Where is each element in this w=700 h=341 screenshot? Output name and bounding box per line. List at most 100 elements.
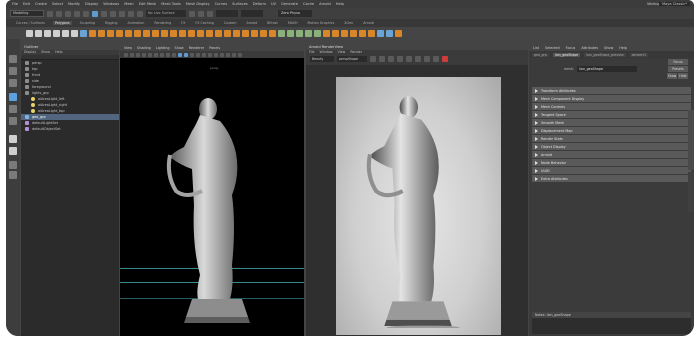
depth-of-field-icon[interactable] xyxy=(226,52,230,57)
ae-section[interactable]: Extra Attributes xyxy=(532,175,691,182)
smooth-shade-icon[interactable] xyxy=(184,52,188,57)
menu-windows[interactable]: Windows xyxy=(103,2,119,6)
shelf-tab[interactable]: MASH xyxy=(286,21,300,25)
gate-mask-icon[interactable] xyxy=(160,52,164,57)
viewport-menu-show[interactable]: Show xyxy=(175,45,184,51)
ae-section[interactable]: Transform Attributes xyxy=(532,87,691,94)
rotate-tool-icon[interactable] xyxy=(9,105,17,113)
menu-mesh-display[interactable]: Mesh Display xyxy=(186,2,210,6)
shelf-tab[interactable]: Bifrost xyxy=(265,21,280,25)
snap-curve-icon[interactable] xyxy=(128,10,134,17)
poly-disc-icon[interactable] xyxy=(80,29,87,37)
mirror-icon[interactable] xyxy=(134,29,141,37)
quadrangulate-icon[interactable] xyxy=(368,29,375,37)
outliner-menu-display[interactable]: Display xyxy=(24,50,36,55)
snap-point-icon[interactable] xyxy=(137,10,143,17)
shelf-tab[interactable]: Curves / Surfaces xyxy=(14,21,47,25)
extrude-icon[interactable] xyxy=(143,29,150,37)
paint-tool-icon[interactable] xyxy=(377,29,384,37)
hide-button[interactable]: Hide xyxy=(678,73,688,79)
attribute-editor-side-tab[interactable] xyxy=(688,110,694,170)
rgb-channel-icon[interactable] xyxy=(406,56,412,62)
undo-icon[interactable] xyxy=(74,10,80,17)
slide-edge-icon[interactable] xyxy=(269,29,276,37)
input-field-x[interactable] xyxy=(216,10,238,17)
shelf-tab[interactable]: Arnold xyxy=(361,21,376,25)
menu-display[interactable]: Display xyxy=(85,2,98,6)
menu-edit-mesh[interactable]: Edit Mesh xyxy=(139,2,157,6)
shelf-tab[interactable]: Arnold xyxy=(245,21,260,25)
ambient-occlusion-icon[interactable] xyxy=(208,52,212,57)
smooth-icon[interactable] xyxy=(116,29,123,37)
scale-tool-icon[interactable] xyxy=(9,117,17,125)
shelf-tab[interactable]: Motion Graphics xyxy=(306,21,337,25)
ae-tab[interactable]: geo_grp xyxy=(532,52,549,57)
use-all-lights-icon[interactable] xyxy=(196,52,200,57)
retopo-icon[interactable] xyxy=(395,29,402,37)
snap-grid-icon[interactable] xyxy=(119,10,125,17)
cylindrical-map-icon[interactable] xyxy=(296,29,303,37)
ae-menu-attributes[interactable]: Attributes xyxy=(581,45,598,51)
menu-arnold[interactable]: Arnold xyxy=(319,2,331,6)
exposure-icon[interactable] xyxy=(424,56,430,62)
focus-button[interactable]: Focus xyxy=(668,59,688,65)
render-image[interactable] xyxy=(336,77,501,335)
edge-loop-icon[interactable] xyxy=(215,29,222,37)
reduce-icon[interactable] xyxy=(125,29,132,37)
ae-section[interactable]: UUID xyxy=(532,167,691,174)
multi-cut-icon[interactable] xyxy=(188,29,195,37)
ipr-render-icon[interactable] xyxy=(198,10,204,17)
open-scene-icon[interactable] xyxy=(56,10,62,17)
shadows-icon[interactable] xyxy=(202,52,206,57)
sculpt-tool-icon[interactable] xyxy=(386,29,393,37)
menu-modify[interactable]: Modify xyxy=(68,2,80,6)
ae-menu-show[interactable]: Show xyxy=(604,45,613,51)
boolean-icon[interactable] xyxy=(107,29,114,37)
new-scene-icon[interactable] xyxy=(47,10,53,17)
redo-icon[interactable] xyxy=(83,10,89,17)
planar-map-icon[interactable] xyxy=(287,29,294,37)
ae-section[interactable]: Node Behavior xyxy=(532,159,691,166)
input-field-y[interactable] xyxy=(241,10,263,17)
select-hierarchy-icon[interactable] xyxy=(92,10,98,17)
ae-tab[interactable]: lion_geoShape_preview xyxy=(584,52,626,57)
soften-edge-icon[interactable] xyxy=(323,29,330,37)
ae-tab-active[interactable]: lion_geoShape xyxy=(552,52,581,57)
select-object-icon[interactable] xyxy=(101,10,107,17)
fill-hole-icon[interactable] xyxy=(170,29,177,37)
symmetry-dropdown[interactable]: Zero Physo xyxy=(278,10,312,17)
notes-textarea[interactable] xyxy=(532,318,691,334)
viewport-menu-renderer[interactable]: Renderer xyxy=(189,45,204,51)
renderview-menu-window[interactable]: Window xyxy=(320,50,333,55)
ae-section[interactable]: Mesh Component Display xyxy=(532,95,691,102)
shelf-tab-polygons[interactable]: Polygons xyxy=(52,21,72,25)
poly-plane-icon[interactable] xyxy=(71,29,78,37)
render-settings-icon[interactable] xyxy=(207,10,213,17)
spherical-map-icon[interactable] xyxy=(305,29,312,37)
combine-icon[interactable] xyxy=(89,29,96,37)
renderview-menu-view[interactable]: View xyxy=(338,50,346,55)
poly-cylinder-icon[interactable] xyxy=(44,29,51,37)
shelf-tab[interactable]: FX Caching xyxy=(193,21,216,25)
presets-button[interactable]: Presets xyxy=(668,66,688,72)
poly-torus-icon[interactable] xyxy=(62,29,69,37)
append-polygon-icon[interactable] xyxy=(179,29,186,37)
bookmark-icon[interactable] xyxy=(130,52,134,57)
ae-section[interactable]: Object Display xyxy=(532,143,691,150)
field-chart-icon[interactable] xyxy=(166,52,170,57)
menu-surfaces[interactable]: Surfaces xyxy=(232,2,248,6)
film-gate-icon[interactable] xyxy=(148,52,152,57)
safe-action-icon[interactable] xyxy=(172,52,176,57)
menu-cache[interactable]: Cache xyxy=(303,2,314,6)
menu-curves[interactable]: Curves xyxy=(215,2,227,6)
grid-icon[interactable] xyxy=(142,52,146,57)
layout-persp-graph-icon[interactable] xyxy=(9,171,17,179)
refresh-render-icon[interactable] xyxy=(370,56,376,62)
outliner-menu-help[interactable]: Help xyxy=(55,50,63,55)
ae-menu-selected[interactable]: Selected xyxy=(545,45,560,51)
menu-select[interactable]: Select xyxy=(52,2,63,6)
harden-edge-icon[interactable] xyxy=(332,29,339,37)
workspace-dropdown[interactable]: Maya Classic* xyxy=(658,2,690,6)
menu-create[interactable]: Create xyxy=(35,2,47,6)
ae-section[interactable]: Displacement Map xyxy=(532,127,691,134)
